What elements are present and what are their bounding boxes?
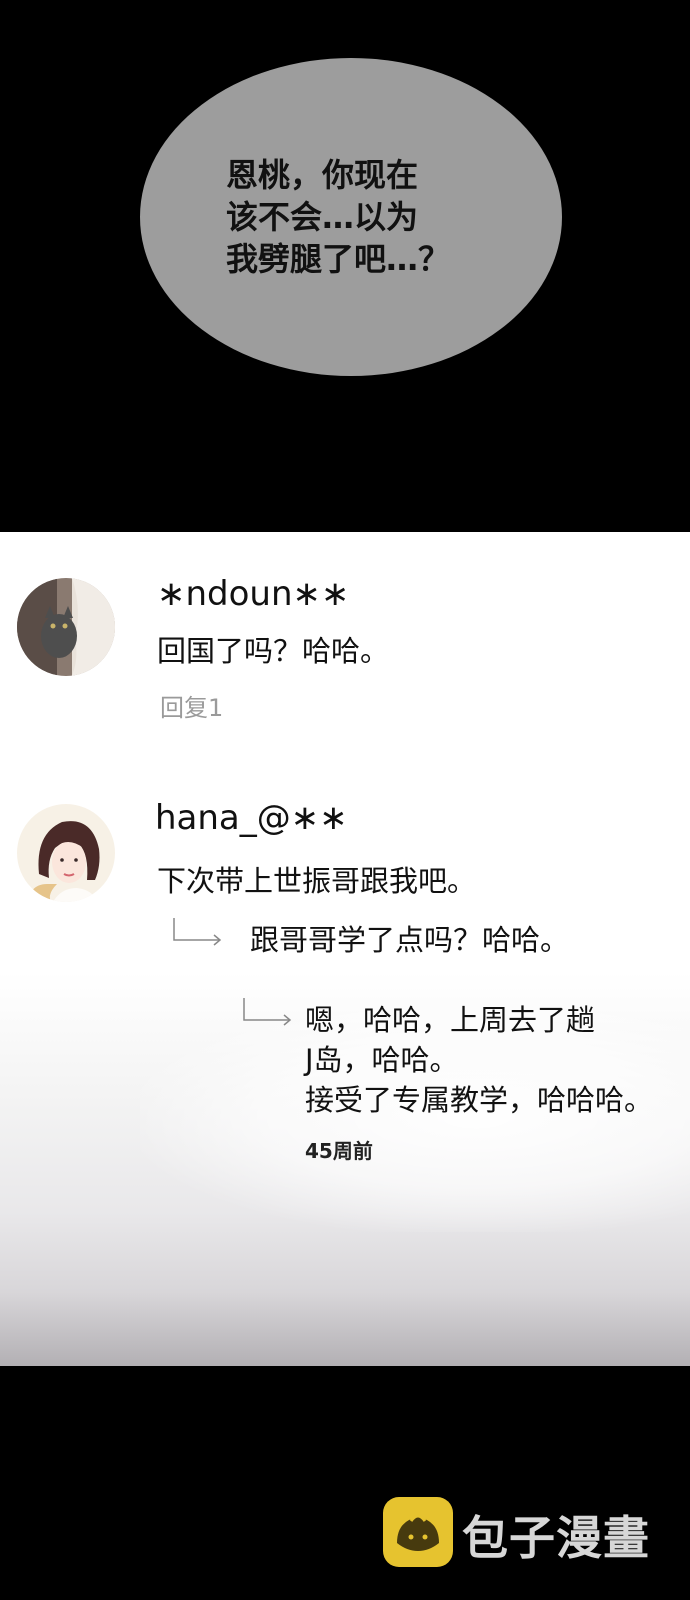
reply-text: 嗯，哈哈，上周去了趟 J岛，哈哈。 接受了专属教学，哈哈哈。 xyxy=(305,1000,653,1120)
comment-username[interactable]: ∗ndoun∗∗ xyxy=(157,574,350,614)
reply-line: 嗯，哈哈，上周去了趟 xyxy=(305,1003,596,1037)
reply-count-link[interactable]: 回复1 xyxy=(160,688,223,723)
reply-text: 跟哥哥学了点吗？哈哈。 xyxy=(250,920,569,960)
reply-arrow-icon xyxy=(173,918,222,946)
avatar-cat[interactable] xyxy=(17,578,115,676)
reply-line: 跟哥哥学了点吗？哈哈。 xyxy=(250,923,570,957)
comment-username[interactable]: hana_@∗∗ xyxy=(155,798,348,838)
bubble-text: 恩桃，你现在 该不会…以为 我劈腿了吧…？ xyxy=(226,154,476,280)
webtoon-page: 恩桃，你现在 该不会…以为 我劈腿了吧…？ ∗ndoun∗∗ 回国了吗？哈哈。 xyxy=(0,0,690,1600)
comment-panel: ∗ndoun∗∗ 回国了吗？哈哈。 回复1 hana_@∗∗ 下次带上世振哥跟我… xyxy=(0,532,690,1366)
bubble-line: 恩桃，你现在 xyxy=(226,156,419,194)
dark-panel: 恩桃，你现在 该不会…以为 我劈腿了吧…？ xyxy=(0,0,690,532)
bottom-panel: 包子漫畫 xyxy=(0,1366,690,1600)
reply-line: 接受了专属教学，哈哈哈。 xyxy=(305,1083,654,1117)
bun-logo-icon xyxy=(383,1497,453,1567)
bubble-line: 我劈腿了吧…？ xyxy=(226,240,451,278)
timestamp: 45周前 xyxy=(305,1139,373,1163)
reply-line: J岛，哈哈。 xyxy=(305,1043,459,1077)
speech-bubble: 恩桃，你现在 该不会…以为 我劈腿了吧…？ xyxy=(140,58,562,376)
comment-text: 回国了吗？哈哈。 xyxy=(157,634,390,668)
watermark-logo-text: 包子漫畫 xyxy=(462,1511,650,1565)
avatar-woman[interactable] xyxy=(17,804,115,902)
bubble-line: 该不会…以为 xyxy=(226,198,419,236)
reply-arrow-icon xyxy=(243,998,292,1026)
comment-text: 下次带上世振哥跟我吧。 xyxy=(157,864,477,898)
